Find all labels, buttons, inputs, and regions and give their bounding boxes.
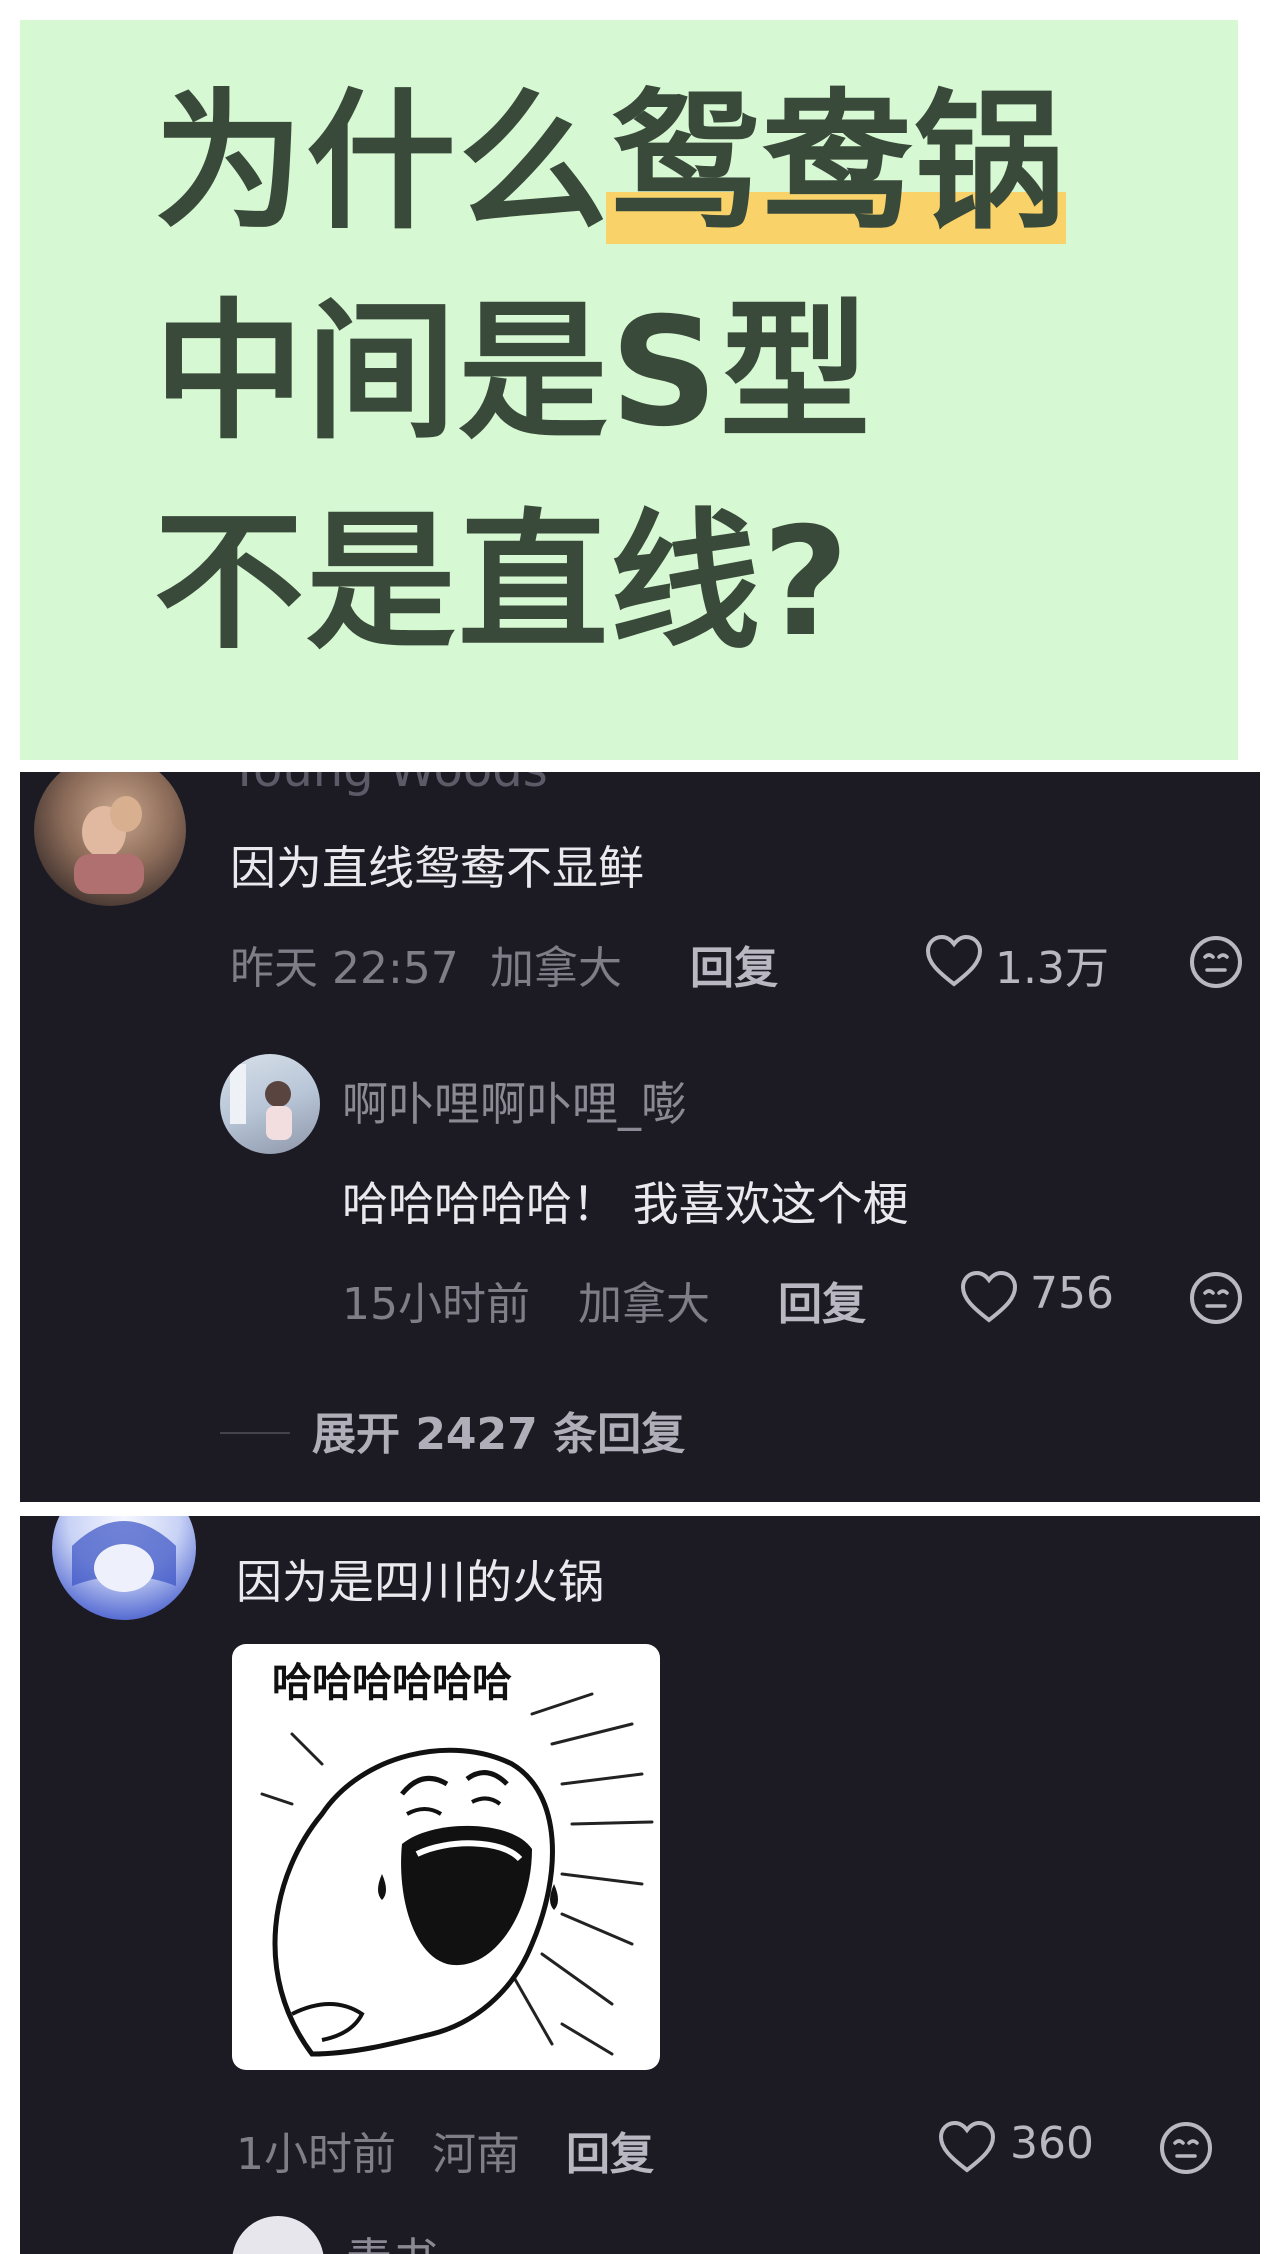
title-prefix: 为什么 bbox=[154, 76, 611, 250]
title-line-2: 中间是S型 bbox=[154, 286, 873, 460]
neutral-face-icon[interactable] bbox=[1188, 934, 1244, 990]
next-user-avatar[interactable] bbox=[232, 2216, 324, 2254]
title-card: 为什么鸳鸯锅 中间是S型 不是直线? bbox=[20, 20, 1238, 760]
next-comment-username[interactable]: 青书 bbox=[346, 2224, 438, 2254]
expand-replies-button[interactable]: 展开 2427 条回复 bbox=[312, 1398, 685, 1462]
reply-time: 15小时前 bbox=[342, 1279, 530, 1330]
like-count: 756 bbox=[1030, 1268, 1114, 1319]
heart-outline-icon[interactable] bbox=[938, 2120, 996, 2174]
comment-location: 河南 bbox=[432, 2129, 520, 2180]
comment-text: 因为是四川的火锅 bbox=[236, 1555, 604, 1609]
title-line-1: 为什么鸳鸯锅 bbox=[154, 76, 1067, 250]
comment-text: 因为直线鸳鸯不显鲜 bbox=[230, 841, 644, 895]
user-avatar[interactable] bbox=[34, 772, 186, 906]
reply-location: 加拿大 bbox=[578, 1279, 710, 1330]
reply-button[interactable]: 回复 bbox=[690, 932, 778, 996]
expand-divider bbox=[220, 1432, 290, 1434]
neutral-face-icon[interactable] bbox=[1188, 1270, 1244, 1326]
comment-time: 1小时前 bbox=[236, 2129, 396, 2180]
title-line-3: 不是直线? bbox=[154, 496, 852, 670]
reply-text: 哈哈哈哈哈！ 我喜欢这个梗 bbox=[342, 1177, 909, 1231]
heart-outline-icon[interactable] bbox=[925, 934, 983, 988]
comment-panel-2: 因为是四川的火锅 哈哈哈哈哈哈 1小时前 河南 回复 360 bbox=[20, 1516, 1260, 2254]
reply-button[interactable]: 回复 bbox=[778, 1268, 866, 1332]
comment-location: 加拿大 bbox=[490, 943, 622, 994]
avatar-portrait-icon bbox=[74, 796, 144, 894]
user-avatar[interactable] bbox=[52, 1516, 196, 1620]
reply-user-avatar[interactable] bbox=[220, 1054, 320, 1154]
like-count: 360 bbox=[1010, 2118, 1094, 2169]
heart-outline-icon[interactable] bbox=[960, 1270, 1018, 1324]
like-count: 1.3万 bbox=[995, 943, 1109, 994]
title-highlight: 鸳鸯锅 bbox=[606, 76, 1067, 250]
reply-username[interactable]: 啊卟哩啊卟哩_嘭 bbox=[342, 1068, 687, 1134]
sticker-caption: 哈哈哈哈哈哈 bbox=[272, 1660, 512, 1706]
avatar-portrait-icon bbox=[230, 1064, 292, 1140]
avatar-anime-icon bbox=[72, 1521, 176, 1592]
comment-panel-1: Young Woods 因为直线鸳鸯不显鲜 昨天 22:57 加拿大 回复 1.… bbox=[20, 772, 1260, 1502]
reply-button[interactable]: 回复 bbox=[566, 2118, 654, 2182]
comment-username[interactable]: Young Woods bbox=[230, 772, 548, 798]
laughing-meme-sticker[interactable]: 哈哈哈哈哈哈 bbox=[232, 1644, 660, 2070]
neutral-face-icon[interactable] bbox=[1158, 2120, 1214, 2176]
comment-time: 昨天 22:57 bbox=[230, 943, 459, 994]
